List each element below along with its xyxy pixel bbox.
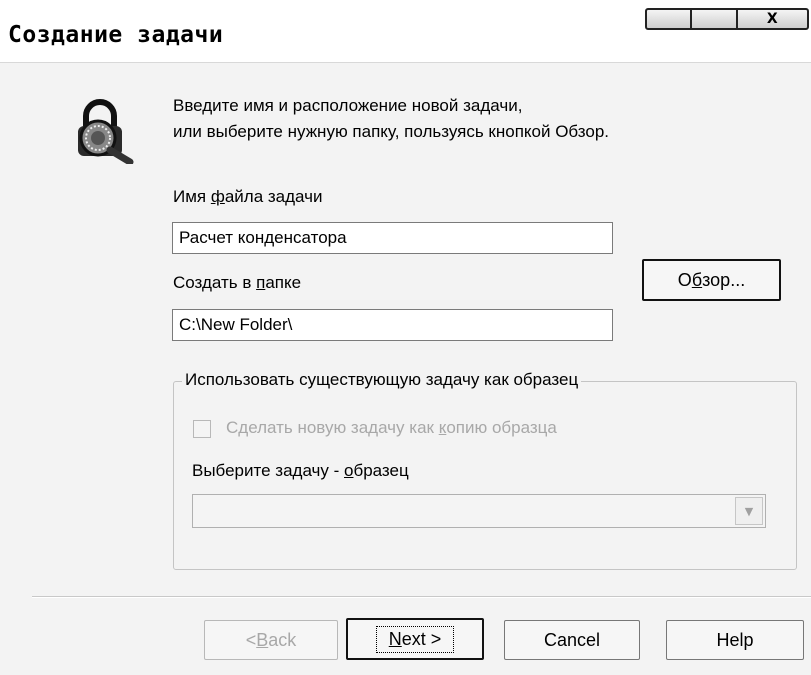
- close-button[interactable]: X: [738, 10, 807, 28]
- browse-button[interactable]: Об зор...: [642, 259, 781, 301]
- minimize-button[interactable]: [647, 10, 693, 28]
- copy-template-checkbox[interactable]: [193, 420, 211, 438]
- dialog-title: Создание задачи: [8, 22, 224, 48]
- template-select-label: Выберите задачу - образец: [192, 461, 409, 480]
- filename-input[interactable]: Расчет конденсатора: [172, 222, 613, 254]
- instruction-line-2: или выберите нужную папку, пользуясь кно…: [173, 122, 610, 141]
- folder-input[interactable]: C:\New Folder\: [172, 309, 613, 341]
- filename-label: Имя файла задачи: [173, 187, 323, 206]
- folder-label: Создать в папке: [173, 273, 302, 292]
- maximize-button[interactable]: [692, 10, 738, 28]
- copy-template-label: Сделать новую задачу как копию образца: [226, 418, 557, 437]
- magnifier-lock-icon: [78, 99, 134, 164]
- footer-separator: [32, 596, 811, 598]
- chevron-down-icon[interactable]: ▼: [735, 497, 763, 525]
- back-button[interactable]: < Back: [204, 620, 338, 660]
- create-task-dialog: Создание задачи X Введите имя и располож…: [0, 0, 811, 675]
- help-button[interactable]: Help: [666, 620, 804, 660]
- cancel-button[interactable]: Cancel: [504, 620, 640, 660]
- window-controls: X: [645, 8, 809, 30]
- template-group-legend: Использовать существующую задачу как обр…: [182, 370, 582, 390]
- template-select[interactable]: ▼: [192, 494, 766, 528]
- title-bar: Создание задачи X: [0, 0, 811, 62]
- next-button[interactable]: Next >: [346, 618, 484, 660]
- instruction-line-1: Введите имя и расположение новой задачи,: [173, 96, 523, 115]
